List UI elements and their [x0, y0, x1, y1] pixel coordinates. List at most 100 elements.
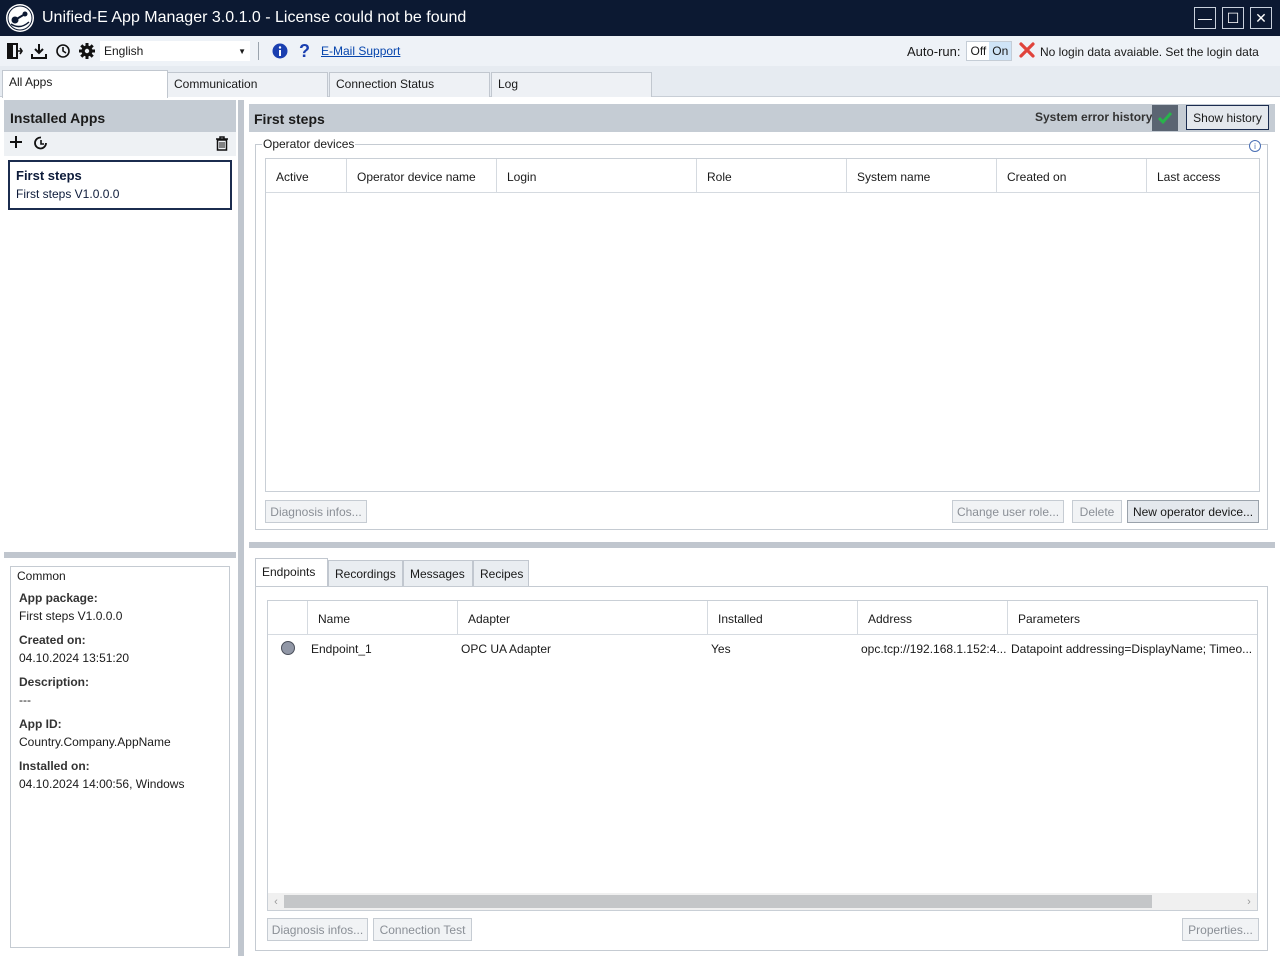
toolbar-separator — [258, 42, 259, 60]
svg-text:?: ? — [299, 42, 310, 60]
endpoint-diagnosis-infos-button[interactable]: Diagnosis infos... — [267, 918, 368, 941]
title-bar: Unified-E App Manager 3.0.1.0 - License … — [0, 0, 1280, 36]
table-header: Name Adapter Installed Address Parameter… — [268, 601, 1257, 635]
window-title: Unified-E App Manager 3.0.1.0 - License … — [42, 9, 467, 26]
connection-test-button[interactable]: Connection Test — [373, 918, 472, 941]
app-title: First steps — [16, 168, 82, 183]
app-subtitle: First steps V1.0.0.0 — [16, 187, 120, 201]
scroll-right-icon[interactable]: › — [1241, 893, 1257, 910]
tab-label: Connection Status — [336, 77, 435, 91]
horizontal-splitter[interactable] — [249, 542, 1275, 548]
tab-communication[interactable]: Communication — [167, 72, 328, 97]
tab-recipes[interactable]: Recipes — [473, 560, 529, 586]
autorun-label: Auto-run: — [907, 43, 961, 59]
close-button[interactable]: ✕ — [1250, 7, 1272, 29]
prop-key: Installed on: — [19, 759, 90, 773]
download-icon[interactable] — [30, 42, 48, 60]
button-label: Diagnosis infos... — [270, 504, 362, 519]
change-user-role-button[interactable]: Change user role... — [952, 500, 1064, 523]
trash-icon[interactable] — [215, 136, 229, 154]
column-header[interactable]: Created on — [997, 159, 1147, 193]
tab-label: Log — [498, 77, 519, 91]
maximize-button[interactable]: ☐ — [1222, 7, 1244, 29]
column-header[interactable] — [268, 601, 308, 635]
delete-button[interactable]: Delete — [1072, 500, 1122, 523]
column-header[interactable]: Active — [266, 159, 347, 193]
column-header[interactable]: Adapter — [458, 601, 708, 635]
new-operator-device-button[interactable]: New operator device... — [1127, 500, 1259, 523]
autorun-on-option[interactable]: On — [989, 42, 1012, 60]
horizontal-scrollbar[interactable]: ‹ › — [268, 893, 1257, 910]
show-history-button[interactable]: Show history — [1186, 105, 1269, 130]
prop-value: --- — [19, 693, 31, 707]
add-icon[interactable] — [9, 135, 23, 152]
operator-devices-group: Operator devices i Active Operator devic… — [255, 137, 1268, 530]
minimize-button[interactable]: — — [1194, 7, 1216, 29]
autorun-toggle[interactable]: Off On — [966, 41, 1013, 61]
column-header[interactable]: Operator device name — [347, 159, 497, 193]
exit-icon[interactable] — [6, 42, 24, 60]
button-label: New operator device... — [1132, 504, 1254, 519]
diagnosis-infos-button[interactable]: Diagnosis infos... — [265, 500, 367, 523]
language-select[interactable]: English ▼ — [100, 41, 250, 61]
checkmark-icon — [1157, 112, 1173, 125]
prop-key: App ID: — [19, 717, 62, 731]
autorun-control: Auto-run: Off On — [907, 41, 1013, 61]
common-properties: App package: First steps V1.0.0.0 Create… — [19, 591, 184, 801]
scrollbar-thumb[interactable] — [284, 895, 1152, 908]
error-history-label: System error history: — [1035, 110, 1157, 124]
column-header[interactable]: Installed — [708, 601, 858, 635]
app-logo-icon — [6, 4, 34, 32]
app-list-item[interactable]: First steps First steps V1.0.0.0 — [8, 160, 232, 210]
error-history-status — [1152, 105, 1178, 131]
prop-value: 04.10.2024 13:51:20 — [19, 651, 130, 665]
prop-value: 04.10.2024 14:00:56, Windows — [19, 777, 185, 791]
info-icon[interactable]: i — [1249, 140, 1261, 152]
autorun-off-option[interactable]: Off — [967, 42, 990, 60]
installed-apps-header: Installed Apps — [4, 100, 236, 132]
tab-label: Messages — [410, 567, 465, 581]
properties-button[interactable]: Properties... — [1182, 918, 1259, 941]
tab-connection-status[interactable]: Connection Status — [329, 72, 490, 97]
column-header[interactable]: Login — [497, 159, 697, 193]
endpoint-installed-cell: Yes — [711, 642, 731, 656]
settings-gear-icon[interactable] — [78, 42, 96, 60]
endpoint-address-cell: opc.tcp://192.168.1.152:4... — [861, 642, 1006, 656]
prop-value: Country.Company.AppName — [19, 735, 171, 749]
column-header[interactable]: Parameters — [1008, 601, 1257, 635]
login-status[interactable]: No login data avaiable. Set the login da… — [1019, 42, 1259, 61]
table-header: Active Operator device name Login Role S… — [266, 159, 1259, 193]
tab-label: All Apps — [9, 75, 53, 89]
minimize-icon: — — [1198, 10, 1212, 26]
scroll-left-icon[interactable]: ‹ — [268, 893, 284, 910]
button-label: Delete — [1079, 504, 1115, 519]
update-icon[interactable] — [33, 135, 49, 154]
column-header[interactable]: Role — [697, 159, 847, 193]
close-icon: ✕ — [1255, 10, 1267, 26]
vertical-splitter[interactable] — [238, 100, 244, 956]
tab-log[interactable]: Log — [491, 72, 652, 97]
column-header[interactable]: Address — [858, 601, 1008, 635]
info-icon[interactable] — [271, 42, 289, 60]
endpoint-adapter-cell: OPC UA Adapter — [461, 642, 552, 656]
tab-endpoints[interactable]: Endpoints — [255, 558, 328, 587]
tab-messages[interactable]: Messages — [403, 560, 473, 586]
endpoints-panel: Name Adapter Installed Address Parameter… — [255, 586, 1268, 951]
column-header[interactable]: Last access — [1147, 159, 1259, 193]
table-row[interactable]: Endpoint_1 OPC UA Adapter Yes opc.tcp://… — [268, 636, 1257, 662]
help-icon[interactable]: ? — [295, 42, 313, 60]
app-detail-header: First steps System error history: Show h… — [249, 104, 1275, 132]
email-support-link[interactable]: E-Mail Support — [321, 44, 400, 58]
tab-recordings[interactable]: Recordings — [328, 560, 403, 586]
column-header[interactable]: System name — [847, 159, 997, 193]
app-detail-title: First steps — [254, 111, 325, 127]
tab-label: Communication — [174, 77, 258, 91]
tab-all-apps[interactable]: All Apps — [2, 70, 168, 98]
history-icon[interactable] — [54, 42, 72, 60]
horizontal-splitter[interactable] — [4, 552, 236, 558]
column-header[interactable]: Name — [308, 601, 458, 635]
operator-devices-table[interactable]: Active Operator device name Login Role S… — [265, 158, 1260, 492]
chevron-down-icon: ▼ — [238, 46, 246, 56]
endpoints-table[interactable]: Name Adapter Installed Address Parameter… — [267, 600, 1258, 911]
tab-label: Recipes — [480, 567, 524, 581]
